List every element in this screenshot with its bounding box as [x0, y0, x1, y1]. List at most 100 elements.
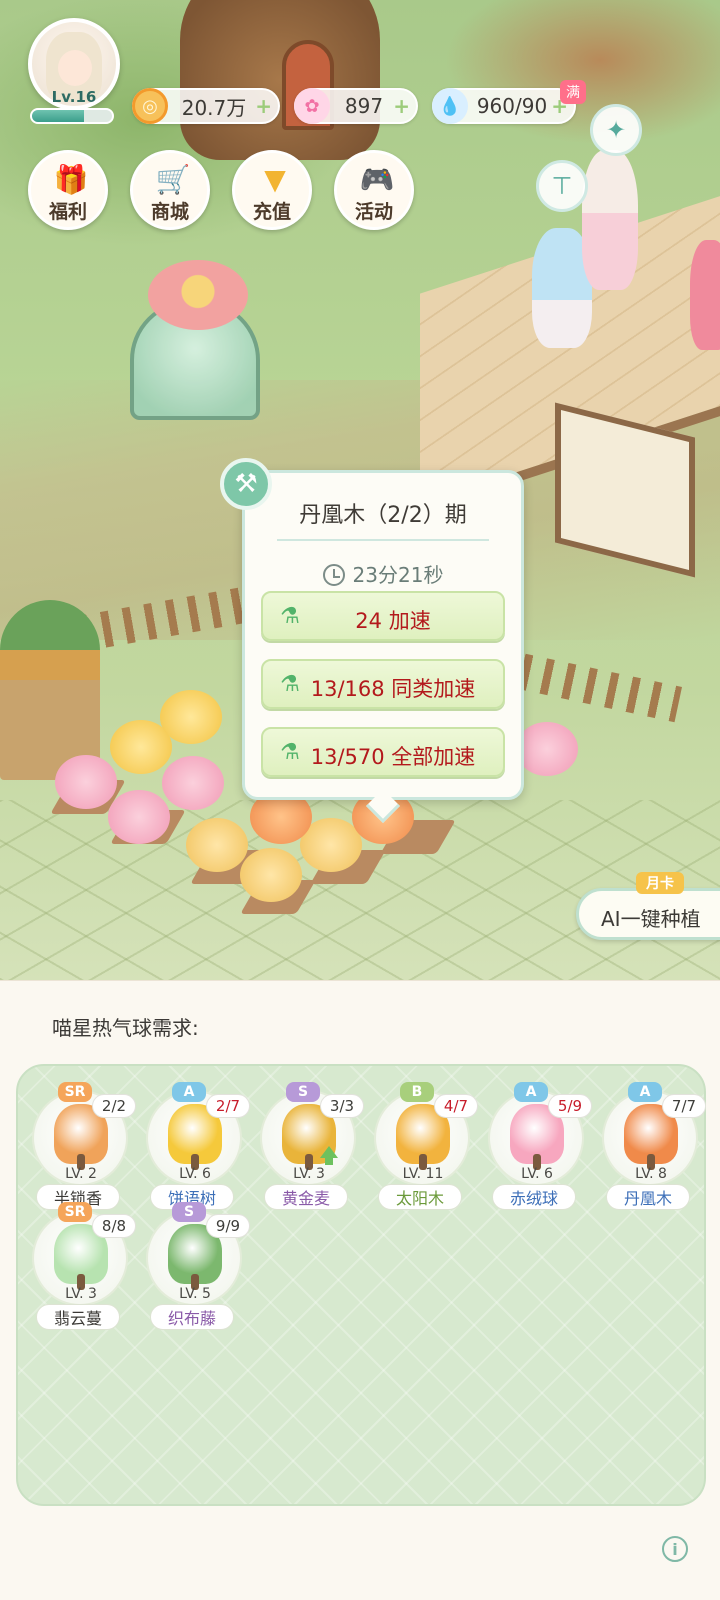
- demand-count: 5/9: [548, 1094, 592, 1118]
- demand-count: 2/2: [92, 1094, 136, 1118]
- plant-name: 织布藤: [150, 1304, 234, 1330]
- event-label: 活动: [354, 201, 393, 223]
- add-coins-icon[interactable]: +: [255, 96, 272, 116]
- character-red-hair[interactable]: [690, 240, 720, 350]
- add-stars-icon[interactable]: +: [393, 96, 410, 116]
- yellow-flower-bush[interactable]: [160, 690, 222, 744]
- speedup-label: 24 加速: [355, 609, 431, 633]
- gift-icon: 🎁: [53, 162, 89, 196]
- plant-level: LV. 6: [521, 1166, 553, 1182]
- shovel-icon: ⚒: [234, 469, 258, 499]
- recharge-button[interactable]: ▼ 充值: [232, 150, 312, 230]
- plant-level: LV. 8: [635, 1166, 667, 1182]
- demand-plant-card[interactable]: S 3/3 LV. 3 黄金麦: [254, 1082, 364, 1214]
- welfare-label: 福利: [48, 201, 87, 223]
- info-icon[interactable]: i: [662, 1536, 688, 1562]
- plant-name: 翡云蔓: [36, 1304, 120, 1330]
- plant-level: LV. 11: [402, 1166, 444, 1182]
- plant-level: LV. 3: [65, 1286, 97, 1302]
- sparkle-button[interactable]: ✦: [590, 104, 642, 156]
- character-pink-dress[interactable]: [582, 150, 638, 290]
- star-counter[interactable]: ✿ 897 +: [294, 88, 418, 124]
- welfare-button[interactable]: 🎁 福利: [28, 150, 108, 230]
- ai-auto-plant-label: AI一键种植: [601, 907, 701, 931]
- demand-count: 3/3: [320, 1094, 364, 1118]
- water-counter[interactable]: 💧 960/90 +: [432, 88, 576, 124]
- plant-name: 太阳木: [378, 1184, 462, 1210]
- rarity-badge: SR: [58, 1082, 92, 1102]
- speedup-same-type-button[interactable]: ⚗ 13/168 同类加速: [261, 659, 505, 709]
- demand-plant-card[interactable]: A 7/7 LV. 8 丹凰木: [596, 1082, 706, 1214]
- plant-level: LV. 6: [179, 1166, 211, 1182]
- gamepad-icon: 🎮: [359, 162, 395, 196]
- coin-icon: ◎: [132, 88, 168, 124]
- xp-bar-fill: [32, 110, 84, 122]
- table-decor-button[interactable]: ⊤: [536, 160, 588, 212]
- mushroom-stall[interactable]: [0, 600, 100, 780]
- water-drop-icon: 💧: [432, 88, 468, 124]
- demand-plant-card[interactable]: B 4/7 LV. 11 太阳木: [368, 1082, 478, 1214]
- demand-panel: SR 2/2 LV. 2 半锁香 A 2/7 LV. 6 饼语树 S 3/3 LV. 3 黄金麦 B 4/…: [16, 1064, 706, 1506]
- shopping-cart-icon: 🛒: [155, 162, 191, 196]
- water-value: 960/90: [476, 94, 548, 118]
- gem-icon: ▼: [264, 162, 286, 196]
- plant-name: 赤绒球: [492, 1184, 576, 1210]
- coin-counter[interactable]: ◎ 20.7万 +: [132, 88, 280, 124]
- speedup-button[interactable]: ⚗ 24 加速: [261, 591, 505, 641]
- rarity-badge: A: [514, 1082, 548, 1102]
- rarity-badge: S: [286, 1082, 320, 1102]
- speedup-same-type-label: 13/168 同类加速: [310, 677, 476, 701]
- demand-plant-card[interactable]: A 2/7 LV. 6 饼语树: [140, 1082, 250, 1214]
- yellow-flower-bush[interactable]: [186, 818, 248, 872]
- coin-value: 20.7万: [181, 95, 247, 120]
- plant-name: 黄金麦: [264, 1184, 348, 1210]
- rarity-badge: SR: [58, 1202, 92, 1222]
- ai-auto-plant-button[interactable]: AI一键种植: [576, 888, 720, 940]
- xp-bar: [30, 108, 114, 124]
- plant-speedup-popup: 丹凰木（2/2）期 23分21秒 ⚗ 24 加速 ⚗ 13/168 同类加速 ⚗…: [242, 470, 524, 800]
- demand-count: 8/8: [92, 1214, 136, 1238]
- shovel-button[interactable]: ⚒: [220, 458, 272, 510]
- plant-level: LV. 3: [293, 1166, 325, 1182]
- demand-plant-card[interactable]: SR 8/8 LV. 3 翡云蔓: [26, 1202, 136, 1334]
- table-icon: ⊤: [551, 172, 573, 200]
- plant-level: LV. 5: [179, 1286, 211, 1302]
- rarity-badge: S: [172, 1202, 206, 1222]
- popup-title: 丹凰木（2/2）期: [299, 503, 467, 528]
- demand-count: 2/7: [206, 1094, 250, 1118]
- demand-plant-card[interactable]: S 9/9 LV. 5 织布藤: [140, 1202, 250, 1334]
- shop-label: 商城: [150, 201, 189, 223]
- shop-button[interactable]: 🛒 商城: [130, 150, 210, 230]
- star-value: 897: [344, 94, 384, 118]
- water-full-badge: 满: [560, 80, 586, 104]
- speedup-all-button[interactable]: ⚗ 13/570 全部加速: [261, 727, 505, 777]
- rarity-badge: A: [628, 1082, 662, 1102]
- pink-flower-bush[interactable]: [162, 756, 224, 810]
- demand-title: 喵星热气球需求:: [52, 1016, 199, 1040]
- rarity-badge: A: [172, 1082, 206, 1102]
- demand-plant-card[interactable]: A 5/9 LV. 6 赤绒球: [482, 1082, 592, 1214]
- yellow-flower-bush[interactable]: [240, 848, 302, 902]
- demand-count: 4/7: [434, 1094, 478, 1118]
- demand-count: 7/7: [662, 1094, 706, 1118]
- avatar-face: [58, 50, 92, 86]
- clock-icon: [322, 564, 345, 586]
- recharge-label: 充值: [252, 201, 291, 223]
- rarity-badge: B: [400, 1082, 434, 1102]
- demand-count: 9/9: [206, 1214, 250, 1238]
- monthly-card-badge: 月卡: [636, 872, 684, 894]
- speedup-all-label: 13/570 全部加速: [310, 745, 476, 769]
- pink-flower-bush[interactable]: [55, 755, 117, 809]
- plant-name: 丹凰木: [606, 1184, 690, 1210]
- event-button[interactable]: 🎮 活动: [334, 150, 414, 230]
- popup-timer: 23分21秒: [245, 559, 521, 588]
- timer-text: 23分21秒: [352, 563, 444, 587]
- upgrade-arrow-icon: [320, 1146, 338, 1165]
- star-flower-icon: ✿: [294, 88, 330, 124]
- tree-house[interactable]: [180, 0, 380, 160]
- pink-flower-bush[interactable]: [516, 722, 578, 776]
- pink-flower-bush[interactable]: [108, 790, 170, 844]
- demand-plant-card[interactable]: SR 2/2 LV. 2 半锁香: [26, 1082, 136, 1214]
- giant-flower-decoration: [148, 260, 248, 330]
- sparkle-icon: ✦: [605, 116, 627, 144]
